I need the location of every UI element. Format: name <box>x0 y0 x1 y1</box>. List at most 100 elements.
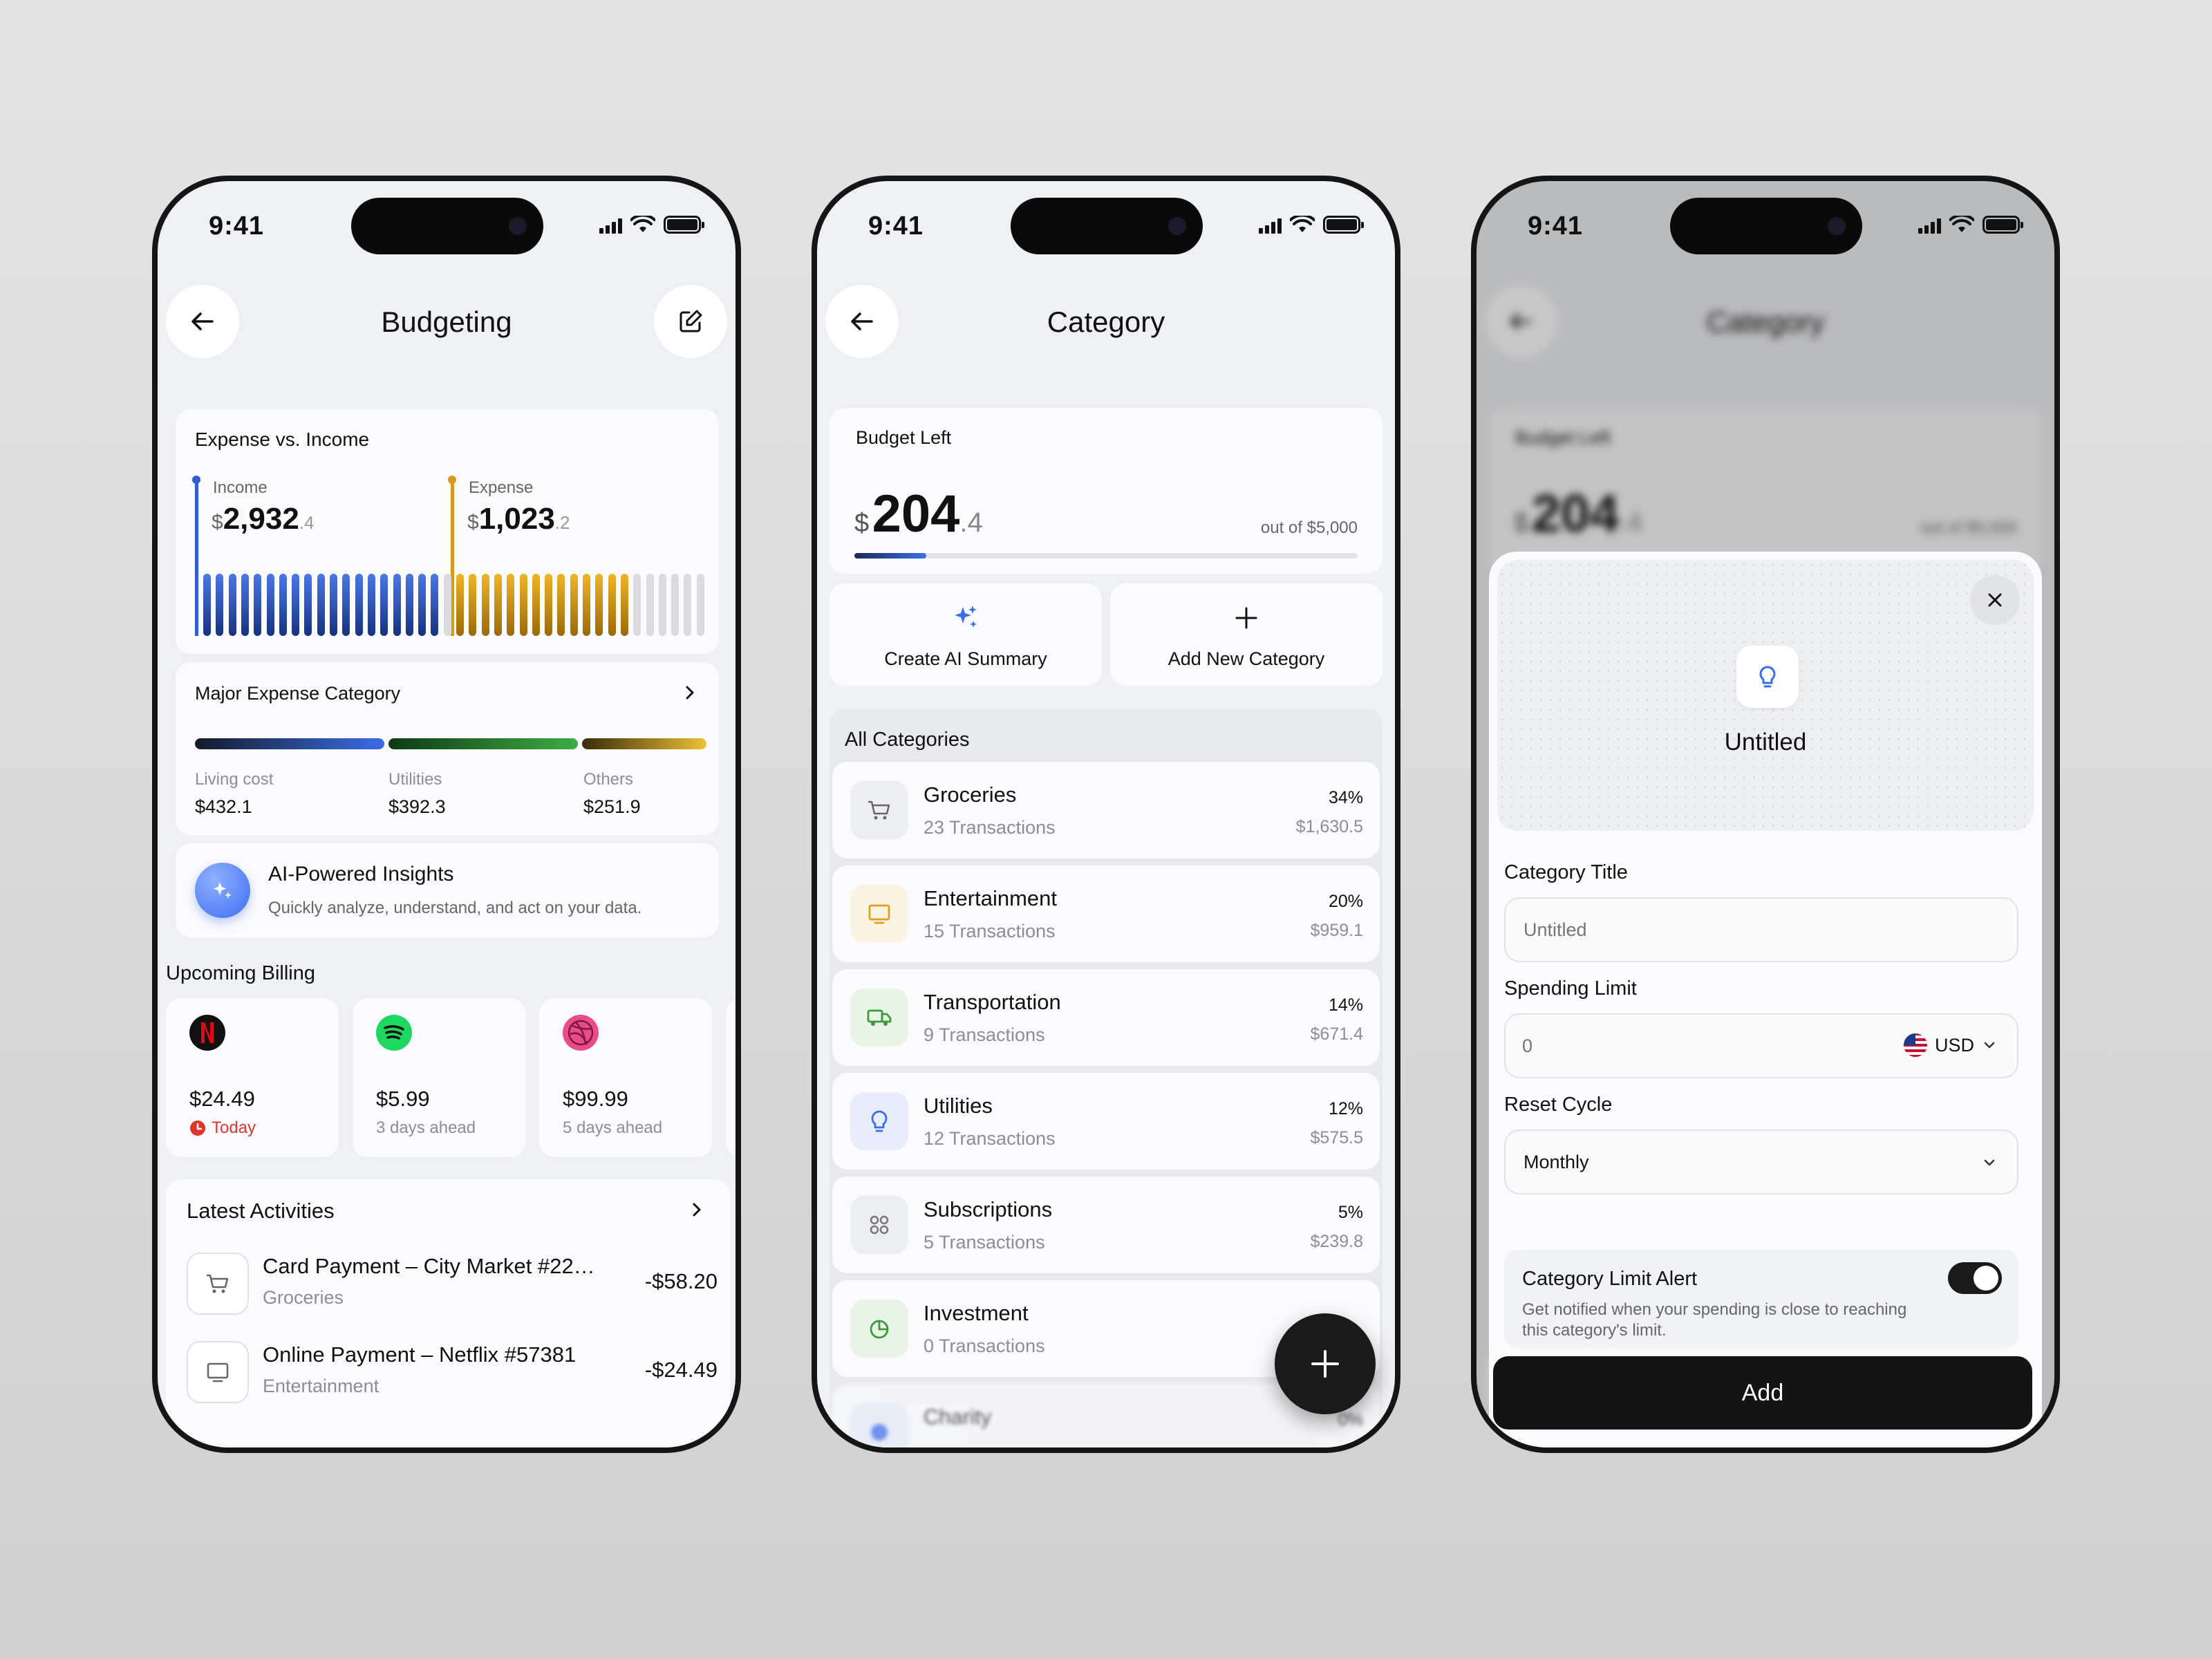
close-button[interactable] <box>1970 575 2020 625</box>
fab-add-button[interactable] <box>1275 1313 1376 1414</box>
signal-icon <box>599 217 622 234</box>
activity-row[interactable]: Online Payment – Netflix #57381 Entertai… <box>187 1337 726 1413</box>
wifi-icon <box>1949 216 1974 232</box>
major-expense-card[interactable]: Major Expense Category Living cost $432.… <box>176 662 719 835</box>
income-bar <box>380 574 388 636</box>
expense-marker-dot <box>448 476 456 484</box>
category-title-input[interactable] <box>1504 897 2018 962</box>
category-row[interactable]: Utilities 12 Transactions 12% $575.5 <box>832 1073 1380 1170</box>
category-title-label: Category Title <box>1504 861 1628 883</box>
activities-title: Latest Activities <box>187 1199 335 1223</box>
category-name: Groceries <box>924 782 1017 807</box>
spending-limit-input[interactable] <box>1522 1029 1799 1063</box>
currency-label: USD <box>1934 1034 1974 1056</box>
category-transactions: 12 Transactions <box>924 1128 1056 1149</box>
budget-left-label: Budget Left <box>856 427 952 448</box>
legend-value: $251.9 <box>583 796 641 817</box>
netflix-icon <box>189 1015 225 1051</box>
budget-left-card: Budget Left $ 204.4 out of $5,000 <box>830 408 1382 574</box>
category-amount: $575.5 <box>1310 1128 1363 1147</box>
empty-bar <box>671 574 679 636</box>
status-time: 9:41 <box>1528 212 1584 241</box>
expense-bar <box>507 574 515 636</box>
legend-value: $392.3 <box>388 796 446 817</box>
utilities-bar <box>388 738 578 749</box>
expense-bar <box>595 574 603 636</box>
income-bar <box>228 574 236 636</box>
income-bar <box>418 574 427 636</box>
category-row[interactable]: Transportation 9 Transactions 14% $671.4 <box>832 969 1380 1066</box>
budget-out-of: out of $5,000 <box>1260 518 1358 537</box>
currency-select[interactable]: USD <box>1903 1033 1998 1058</box>
chevron-down-icon <box>1984 1159 1995 1166</box>
add-button[interactable]: Add <box>1493 1356 2032 1430</box>
category-row[interactable]: Entertainment 15 Transactions 20% $959.1 <box>832 865 1380 962</box>
monitor-icon <box>187 1341 249 1403</box>
category-percent: 12% <box>1328 1099 1363 1118</box>
category-row[interactable]: Subscriptions 5 Transactions 5% $239.8 <box>832 1177 1380 1273</box>
activity-row[interactable]: Card Payment – City Market #22… Grocerie… <box>187 1248 726 1324</box>
others-legend: Others $251.9 <box>583 770 641 818</box>
add-new-category-button[interactable]: Add New Category <box>1110 583 1382 686</box>
bulb-icon <box>850 1092 908 1150</box>
budget-value: 204 <box>872 485 960 543</box>
legend-label: Living cost <box>195 770 274 789</box>
ai-insights-card[interactable]: AI-Powered Insights Quickly analyze, und… <box>176 843 719 937</box>
plus-icon <box>1235 607 1257 629</box>
dynamic-island <box>1670 198 1862 254</box>
latest-activities-card: Latest Activities Card Payment – City Ma… <box>166 1179 730 1447</box>
dynamic-island <box>351 198 543 254</box>
billing-card-peek[interactable] <box>726 998 735 1157</box>
expense-bar <box>456 574 464 636</box>
category-name: Entertainment <box>924 886 1057 910</box>
charity-icon <box>850 1403 908 1447</box>
limit-alert-toggle[interactable] <box>1948 1262 2002 1294</box>
create-ai-summary-button[interactable]: Create AI Summary <box>830 583 1102 686</box>
billing-amount: $99.99 <box>563 1087 628 1111</box>
budget-currency: $ <box>854 509 870 538</box>
billing-card-dribbble[interactable]: $99.99 5 days ahead <box>539 998 712 1157</box>
legend-value: $432.1 <box>195 796 252 817</box>
income-marker-dot <box>192 476 200 484</box>
category-percent: 20% <box>1328 892 1363 911</box>
chevron-right-icon[interactable] <box>687 1200 706 1219</box>
all-categories-label: All Categories <box>845 729 970 751</box>
sparkle-icon <box>955 606 977 628</box>
expense-bar <box>557 574 565 636</box>
dynamic-island <box>1011 198 1203 254</box>
category-row[interactable]: Groceries 23 Transactions 34% $1,630.5 <box>832 762 1380 859</box>
ai-title: AI-Powered Insights <box>268 863 454 885</box>
billing-card-spotify[interactable]: $5.99 3 days ahead <box>353 998 525 1157</box>
billing-card-netflix[interactable]: $24.49 Today <box>166 998 339 1157</box>
expense-bar <box>519 574 527 636</box>
income-bar <box>203 574 211 636</box>
legend-label: Others <box>583 770 634 789</box>
toggle-knob <box>1974 1266 1998 1291</box>
others-bar <box>582 738 706 749</box>
create-ai-summary-label: Create AI Summary <box>884 648 1047 669</box>
billing-when: 3 days ahead <box>376 1118 476 1137</box>
new-category-sheet: Untitled Category Title Spending Limit U… <box>1489 552 2042 1447</box>
activity-amount: -$24.49 <box>644 1358 718 1382</box>
edit-button[interactable] <box>654 285 727 358</box>
preview-name: Untitled <box>1724 729 1807 756</box>
income-bar <box>355 574 363 636</box>
category-percent: 34% <box>1328 788 1363 807</box>
expense-label: Expense <box>469 478 534 497</box>
empty-bar <box>658 574 666 636</box>
reset-cycle-select[interactable]: Monthly <box>1504 1130 2018 1194</box>
category-transactions: 9 Transactions <box>924 1024 1045 1045</box>
ai-avatar <box>195 863 250 918</box>
ai-description: Quickly analyze, understand, and act on … <box>268 899 642 917</box>
cart-icon <box>187 1253 249 1315</box>
income-label: Income <box>213 478 268 497</box>
category-icon-picker[interactable] <box>1736 646 1799 708</box>
billing-when: Today <box>212 1118 256 1137</box>
wifi-icon <box>1290 216 1315 232</box>
clock-icon <box>190 1121 205 1136</box>
category-amount: $239.8 <box>1310 1232 1363 1251</box>
status-bar: 9:41 <box>158 181 735 271</box>
truck-icon <box>850 988 908 1047</box>
expense-income-card[interactable]: Expense vs. Income Income $2,932.4 Expen… <box>176 409 719 654</box>
income-bar <box>216 574 224 636</box>
